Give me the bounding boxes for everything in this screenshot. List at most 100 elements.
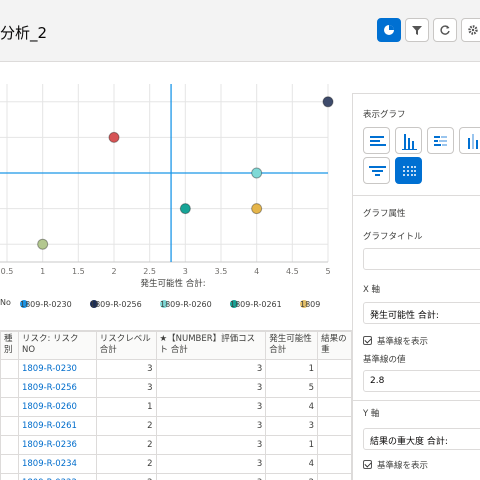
legend-label: 1809-R-0230 bbox=[20, 300, 72, 309]
table-cell: 5 bbox=[265, 378, 319, 398]
x-tick-label: 0.5 bbox=[1, 267, 14, 276]
horizontal-bar-chart-button[interactable] bbox=[363, 127, 390, 154]
horizontal-bar-icon bbox=[370, 136, 386, 146]
table-cell: 3 bbox=[155, 454, 267, 474]
chart-icon bbox=[384, 25, 394, 35]
column-header[interactable]: リスクレベル 合計 bbox=[95, 331, 157, 360]
data-point bbox=[251, 203, 263, 215]
x-tick-label: 2 bbox=[111, 267, 116, 276]
legend-label: 1809-R-0256 bbox=[90, 300, 142, 309]
risk-no-link[interactable]: 1809-R-0256 bbox=[17, 378, 97, 398]
table-row: 1809-R-0230 3 3 1 bbox=[0, 359, 352, 379]
x-tick-label: 1 bbox=[40, 267, 45, 276]
risk-no-link[interactable]: 1809-R-0236 bbox=[17, 435, 97, 455]
report-header: 分析_2 bbox=[0, 0, 480, 62]
table-cell: 3 bbox=[155, 416, 267, 436]
data-point bbox=[37, 238, 49, 250]
table-cell: 1 bbox=[95, 397, 157, 417]
x-ref-value-input[interactable]: 2.8 bbox=[363, 370, 480, 392]
data-point bbox=[251, 167, 263, 179]
table-cell: 3 bbox=[95, 359, 157, 379]
table-cell: 3 bbox=[155, 435, 267, 455]
x-tick-label: 4 bbox=[254, 267, 259, 276]
x-tick-label: 2.5 bbox=[143, 267, 156, 276]
stacked-column-chart-button[interactable] bbox=[459, 127, 480, 154]
risk-no-link[interactable]: 1809-R-0261 bbox=[17, 416, 97, 436]
table-cell: 2 bbox=[95, 473, 157, 480]
filter-button[interactable] bbox=[405, 18, 429, 42]
table-cell bbox=[317, 397, 352, 417]
checkbox-checked-icon bbox=[363, 460, 372, 469]
table-cell bbox=[317, 473, 352, 480]
refresh-button[interactable] bbox=[433, 18, 457, 42]
table-cell bbox=[317, 378, 352, 398]
table-cell: 2 bbox=[95, 416, 157, 436]
chart-settings-panel: 表示グラフ グラフ属性 グラフタイトル X 軸 発生可能性 合計: 基準線を表示… bbox=[352, 93, 480, 480]
x-tick-label: 3.5 bbox=[215, 267, 228, 276]
risk-no-link[interactable]: 1809-R-0234 bbox=[17, 454, 97, 474]
filter-icon bbox=[412, 26, 422, 35]
table-cell: 2 bbox=[95, 435, 157, 455]
column-header[interactable]: リスク: リスク NO bbox=[17, 331, 97, 360]
table-row: 1809-R-0222232 bbox=[0, 473, 352, 480]
x-axis-select[interactable]: 発生可能性 合計: bbox=[363, 302, 480, 324]
table-cell: 1 bbox=[265, 359, 319, 379]
settings-button[interactable] bbox=[461, 18, 480, 42]
scatter-chart-button[interactable] bbox=[395, 157, 422, 184]
column-header[interactable]: 結果の重 bbox=[317, 331, 352, 360]
table-cell bbox=[0, 473, 19, 480]
risk-no-link[interactable]: 1809-R-0230 bbox=[17, 359, 97, 379]
graph-title-input[interactable] bbox=[363, 248, 480, 270]
data-point bbox=[108, 131, 120, 143]
table-cell: 3 bbox=[95, 378, 157, 398]
panel-divider bbox=[353, 195, 480, 196]
x-ref-line-checkbox-label: 基準線を表示 bbox=[377, 337, 429, 347]
funnel-icon bbox=[369, 166, 386, 176]
table-cell: 1 bbox=[265, 435, 319, 455]
table-cell: 3 bbox=[155, 359, 267, 379]
scatter-plot-icon bbox=[403, 166, 416, 176]
table-row: 1809-R-0256 3 3 5 bbox=[0, 378, 352, 398]
x-axis-title: 発生可能性 合計: bbox=[141, 278, 206, 289]
y-ref-line-checkbox[interactable]: 基準線を表示 bbox=[363, 459, 428, 471]
x-tick-label: 1.5 bbox=[72, 267, 85, 276]
x-tick-label: 5 bbox=[325, 267, 330, 276]
data-table: 種別 リスク: リスク NO リスクレベル 合計 ★【NUMBER】評価コスト 合計発… bbox=[0, 331, 352, 480]
graph-attr-label: グラフ属性 bbox=[363, 209, 406, 219]
data-point bbox=[322, 96, 334, 108]
scatter-chart: 0.5 1 1.5 2 2.5 3 3.5 4 4.5 5 発生可能性 合計: bbox=[0, 84, 334, 289]
refresh-icon bbox=[440, 25, 450, 35]
data-point bbox=[179, 203, 191, 215]
table-row: 1809-R-0260 1 3 4 bbox=[0, 397, 352, 417]
table-cell bbox=[0, 416, 19, 436]
chart-toggle-button[interactable] bbox=[377, 18, 401, 42]
x-tick-label: 4.5 bbox=[286, 267, 299, 276]
checkbox-checked-icon bbox=[363, 336, 372, 345]
table-cell: 3 bbox=[265, 416, 319, 436]
risk-no-link[interactable]: 1809-R-0222 bbox=[17, 473, 97, 480]
column-header[interactable]: ★【NUMBER】評価コスト 合計 bbox=[155, 331, 267, 360]
risk-no-link[interactable]: 1809-R-0260 bbox=[17, 397, 97, 417]
data-table-wrap: 種別 リスク: リスク NO リスクレベル 合計 ★【NUMBER】評価コスト 合計発… bbox=[0, 330, 352, 480]
vertical-bar-chart-button[interactable] bbox=[395, 127, 422, 154]
table-cell bbox=[317, 359, 352, 379]
table-row: 1809-R-0261 2 3 3 bbox=[0, 416, 352, 436]
stacked-bar-icon bbox=[434, 136, 447, 146]
column-header[interactable]: 種別 bbox=[0, 331, 19, 360]
legend-label: 1809-R-0260 bbox=[160, 300, 212, 309]
table-cell: 3 bbox=[155, 473, 267, 480]
legend-prefix: No bbox=[0, 298, 11, 307]
x-ref-line-checkbox[interactable]: 基準線を表示 bbox=[363, 335, 428, 347]
x-tick-label: 3 bbox=[183, 267, 188, 276]
funnel-chart-button[interactable] bbox=[363, 157, 390, 184]
stacked-bar-chart-button[interactable] bbox=[427, 127, 454, 154]
page-title: 分析_2 bbox=[0, 24, 48, 42]
legend-label: 1809-R-0261 bbox=[230, 300, 282, 309]
table-row: 1809-R-0236 2 3 1 bbox=[0, 435, 352, 455]
graph-title-label: グラフタイトル bbox=[363, 232, 423, 242]
vertical-bar-icon bbox=[402, 134, 417, 150]
graph-display-label: 表示グラフ bbox=[363, 110, 406, 120]
table-cell bbox=[0, 359, 19, 379]
y-axis-select[interactable]: 結果の重大度 合計: bbox=[363, 428, 480, 450]
column-header[interactable]: 発生可能性 合計 bbox=[265, 331, 319, 360]
